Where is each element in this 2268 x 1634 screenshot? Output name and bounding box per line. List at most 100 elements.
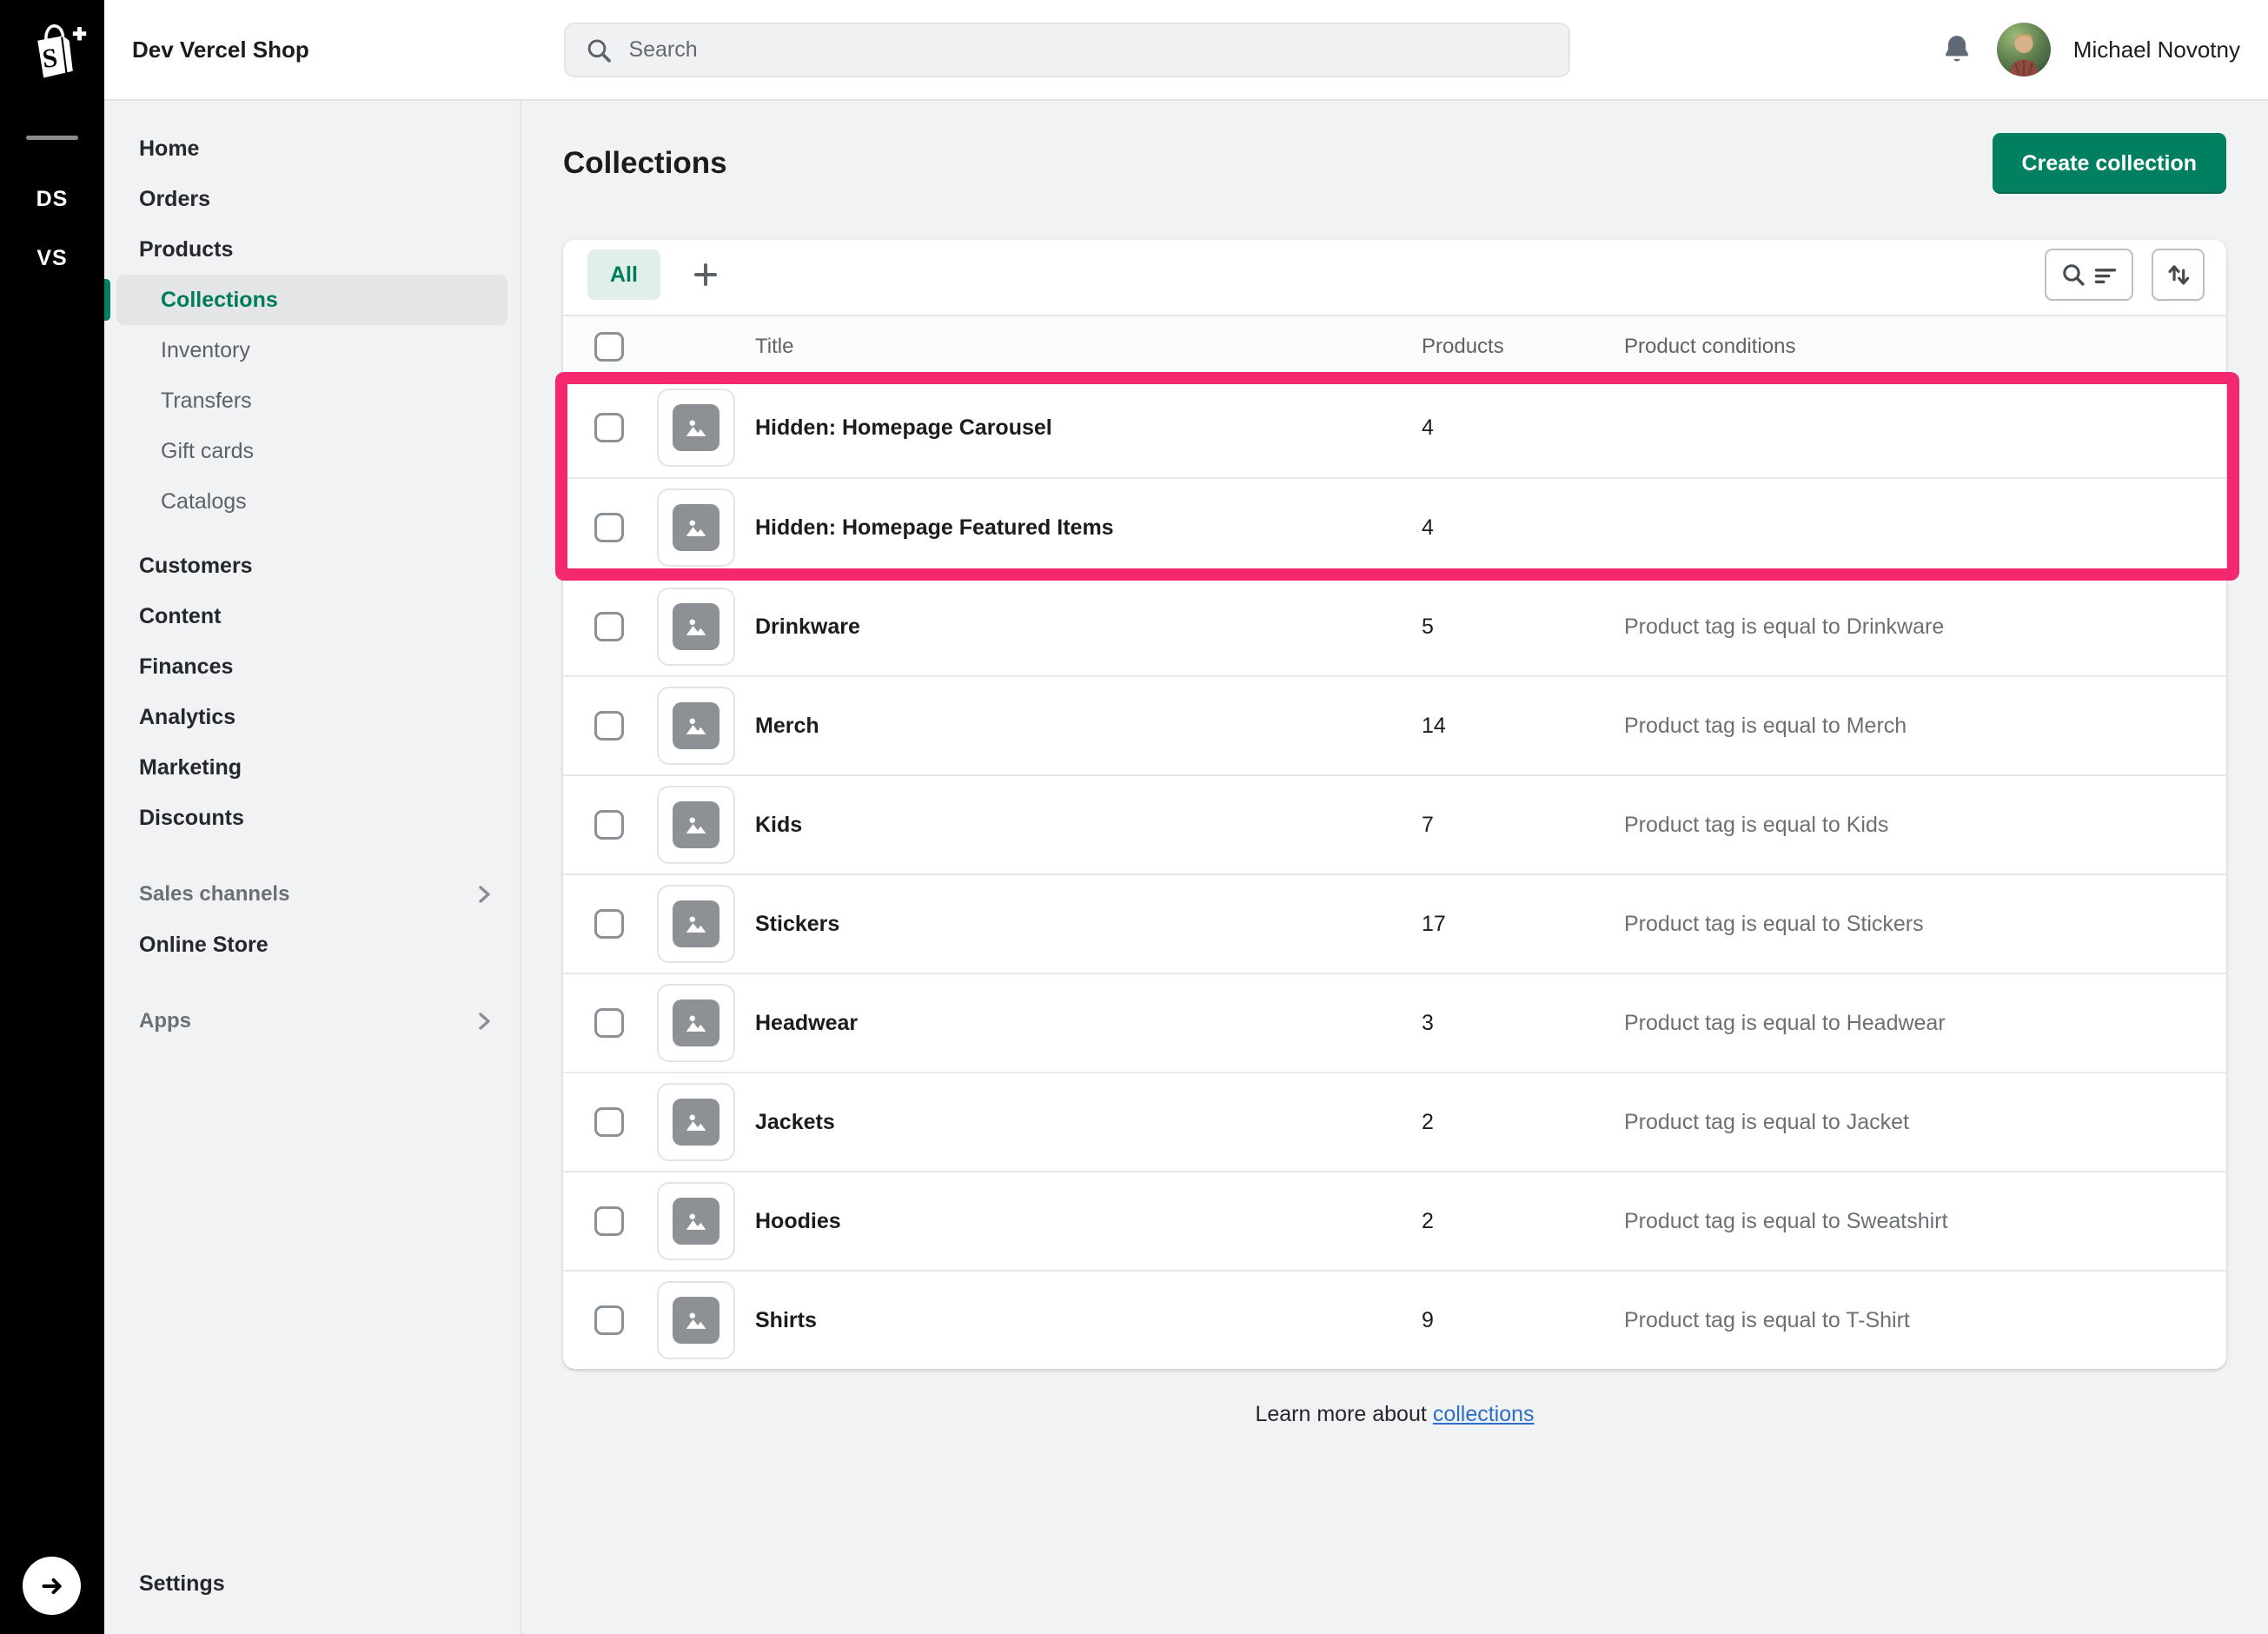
avatar-photo (1997, 23, 2051, 76)
sort-button[interactable] (2152, 249, 2205, 301)
bell-icon (1940, 31, 1974, 68)
learn-more-footer: Learn more aboutcollections (563, 1402, 2226, 1427)
sidebar-item-customers[interactable]: Customers (104, 541, 520, 591)
collection-title[interactable]: Hoodies (755, 1209, 1422, 1234)
collection-products-count: 2 (1422, 1209, 1624, 1234)
sales-channels-label: Sales channels (139, 882, 289, 907)
row-checkbox[interactable] (594, 513, 624, 542)
collection-thumbnail (657, 389, 735, 467)
table-row[interactable]: Merch 14 Product tag is equal to Merch (563, 675, 2226, 774)
collection-condition: Product tag is equal to Jacket (1624, 1110, 2226, 1135)
row-checkbox[interactable] (594, 711, 624, 741)
collection-title[interactable]: Shirts (755, 1308, 1422, 1333)
collection-thumbnail (657, 984, 735, 1062)
image-placeholder-icon (681, 1206, 711, 1236)
collection-products-count: 7 (1422, 813, 1624, 838)
image-placeholder-icon (681, 612, 711, 641)
sidebar-item-inventory[interactable]: Inventory (104, 325, 520, 375)
apps-label: Apps (139, 1009, 191, 1033)
notifications-button[interactable] (1940, 31, 1974, 68)
sidebar-item-finances[interactable]: Finances (104, 641, 520, 692)
topbar: Dev Vercel Shop (104, 0, 2268, 101)
shopify-logo[interactable]: S (0, 0, 104, 101)
row-checkbox[interactable] (594, 810, 624, 840)
chevron-right-icon (474, 883, 494, 906)
collection-title[interactable]: Merch (755, 714, 1422, 739)
row-checkbox[interactable] (594, 1008, 624, 1038)
sidebar-item-orders[interactable]: Orders (104, 174, 520, 224)
table-row[interactable]: Hidden: Homepage Featured Items 4 (563, 477, 2226, 576)
row-checkbox[interactable] (594, 909, 624, 939)
row-checkbox[interactable] (594, 1305, 624, 1335)
collection-title[interactable]: Drinkware (755, 614, 1422, 640)
table-toolbar (2045, 249, 2205, 301)
row-checkbox[interactable] (594, 1206, 624, 1236)
search-input[interactable] (628, 37, 1549, 63)
sidebar-item-discounts[interactable]: Discounts (104, 793, 520, 843)
sidebar-item-marketing[interactable]: Marketing (104, 742, 520, 793)
sidebar-section-sales-channels[interactable]: Sales channels (104, 869, 520, 920)
sidebar-section-apps[interactable]: Apps (104, 996, 520, 1046)
tab-all[interactable]: All (587, 249, 660, 300)
table-row[interactable]: Headwear 3 Product tag is equal to Headw… (563, 973, 2226, 1072)
column-header-title[interactable]: Title (755, 335, 1422, 359)
sidebar-item-catalogs[interactable]: Catalogs (104, 476, 520, 527)
table-row[interactable]: Hoodies 2 Product tag is equal to Sweats… (563, 1171, 2226, 1270)
image-placeholder-icon (681, 810, 711, 840)
row-checkbox[interactable] (594, 1107, 624, 1137)
collection-condition: Product tag is equal to Drinkware (1624, 614, 2226, 640)
chevron-right-icon (474, 1010, 494, 1033)
shop-name: Dev Vercel Shop (132, 0, 309, 99)
sidebar-item-content[interactable]: Content (104, 591, 520, 641)
page-header: Collections Create collection (563, 133, 2226, 194)
collection-title[interactable]: Stickers (755, 912, 1422, 937)
collection-products-count: 5 (1422, 614, 1624, 640)
user-avatar[interactable] (1997, 23, 2051, 76)
collection-title[interactable]: Hidden: Homepage Featured Items (755, 515, 1422, 541)
table-row[interactable]: Hidden: Homepage Carousel 4 (563, 378, 2226, 477)
rail-badge-ds[interactable]: DS (0, 187, 104, 212)
rail-badge-vs[interactable]: VS (0, 246, 104, 271)
user-name[interactable]: Michael Novotny (2073, 37, 2240, 63)
filter-icon (2092, 262, 2119, 288)
sidebar-item-settings[interactable]: Settings (104, 1558, 520, 1609)
column-header-products[interactable]: Products (1422, 335, 1624, 359)
collection-title[interactable]: Hidden: Homepage Carousel (755, 415, 1422, 441)
collections-help-link[interactable]: collections (1433, 1402, 1535, 1426)
create-collection-button[interactable]: Create collection (1993, 133, 2226, 194)
sidebar-item-gift-cards[interactable]: Gift cards (104, 426, 520, 476)
sidebar-item-online-store[interactable]: Online Store (104, 920, 520, 970)
collection-products-count: 14 (1422, 714, 1624, 739)
add-view-button[interactable] (681, 250, 730, 299)
collection-title[interactable]: Kids (755, 813, 1422, 838)
sidebar-item-analytics[interactable]: Analytics (104, 692, 520, 742)
collection-products-count: 17 (1422, 912, 1624, 937)
search-icon (585, 36, 613, 65)
search-and-filter-button[interactable] (2045, 249, 2133, 301)
collection-thumbnail (657, 1281, 735, 1359)
collection-condition: Product tag is equal to Sweatshirt (1624, 1209, 2226, 1234)
column-header-conditions[interactable]: Product conditions (1624, 335, 2226, 359)
collections-card: All (563, 240, 2226, 1369)
sidebar-item-home[interactable]: Home (104, 123, 520, 174)
collection-thumbnail (657, 687, 735, 765)
collection-thumbnail (657, 1182, 735, 1260)
table-row[interactable]: Stickers 17 Product tag is equal to Stic… (563, 873, 2226, 973)
collection-thumbnail (657, 588, 735, 666)
expand-sidebar-button[interactable] (23, 1557, 81, 1615)
row-checkbox[interactable] (594, 612, 624, 641)
collection-title[interactable]: Headwear (755, 1011, 1422, 1036)
global-search-bar[interactable] (564, 23, 1570, 77)
collection-title[interactable]: Jackets (755, 1110, 1422, 1135)
table-row[interactable]: Shirts 9 Product tag is equal to T-Shirt (563, 1270, 2226, 1369)
table-row[interactable]: Drinkware 5 Product tag is equal to Drin… (563, 576, 2226, 675)
table-row[interactable]: Jackets 2 Product tag is equal to Jacket (563, 1072, 2226, 1171)
select-all-checkbox[interactable] (594, 332, 624, 362)
table-row[interactable]: Kids 7 Product tag is equal to Kids (563, 774, 2226, 873)
topbar-right: Michael Novotny (1940, 0, 2240, 99)
collection-products-count: 4 (1422, 515, 1624, 541)
sidebar-item-transfers[interactable]: Transfers (104, 375, 520, 426)
sidebar-item-collections[interactable]: Collections (116, 275, 507, 325)
row-checkbox[interactable] (594, 413, 624, 442)
sidebar-item-products[interactable]: Products (104, 224, 520, 275)
